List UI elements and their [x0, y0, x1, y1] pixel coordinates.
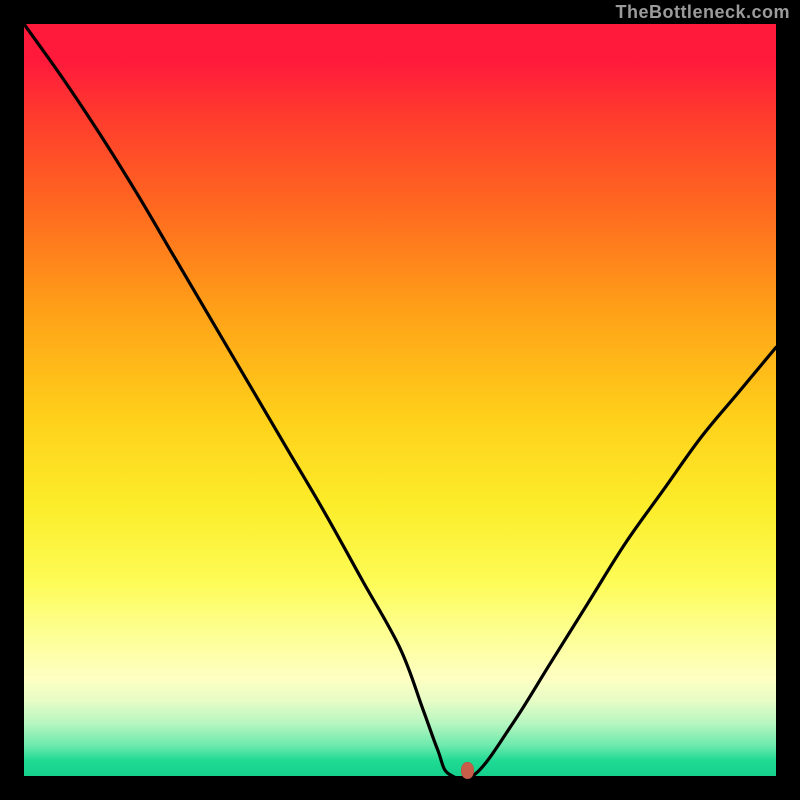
- curve-path: [24, 24, 776, 776]
- plot-area: [24, 24, 776, 776]
- minimum-marker: [461, 762, 474, 779]
- watermark-text: TheBottleneck.com: [615, 0, 790, 24]
- frame: TheBottleneck.com: [0, 0, 800, 800]
- bottleneck-curve: [24, 24, 776, 776]
